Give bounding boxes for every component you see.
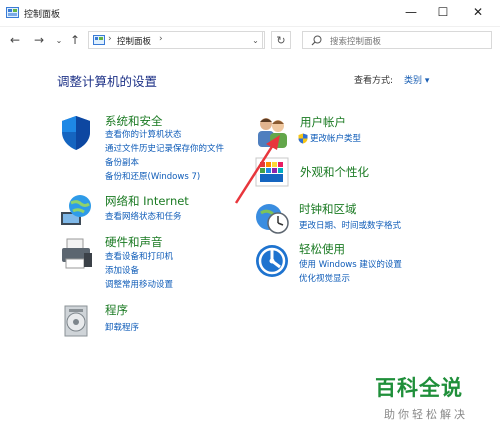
red-arrow-annotation [234,135,280,204]
watermark-subtitle: 助你轻松解决 [384,408,468,421]
watermark-title: 百科全说 [375,376,463,400]
